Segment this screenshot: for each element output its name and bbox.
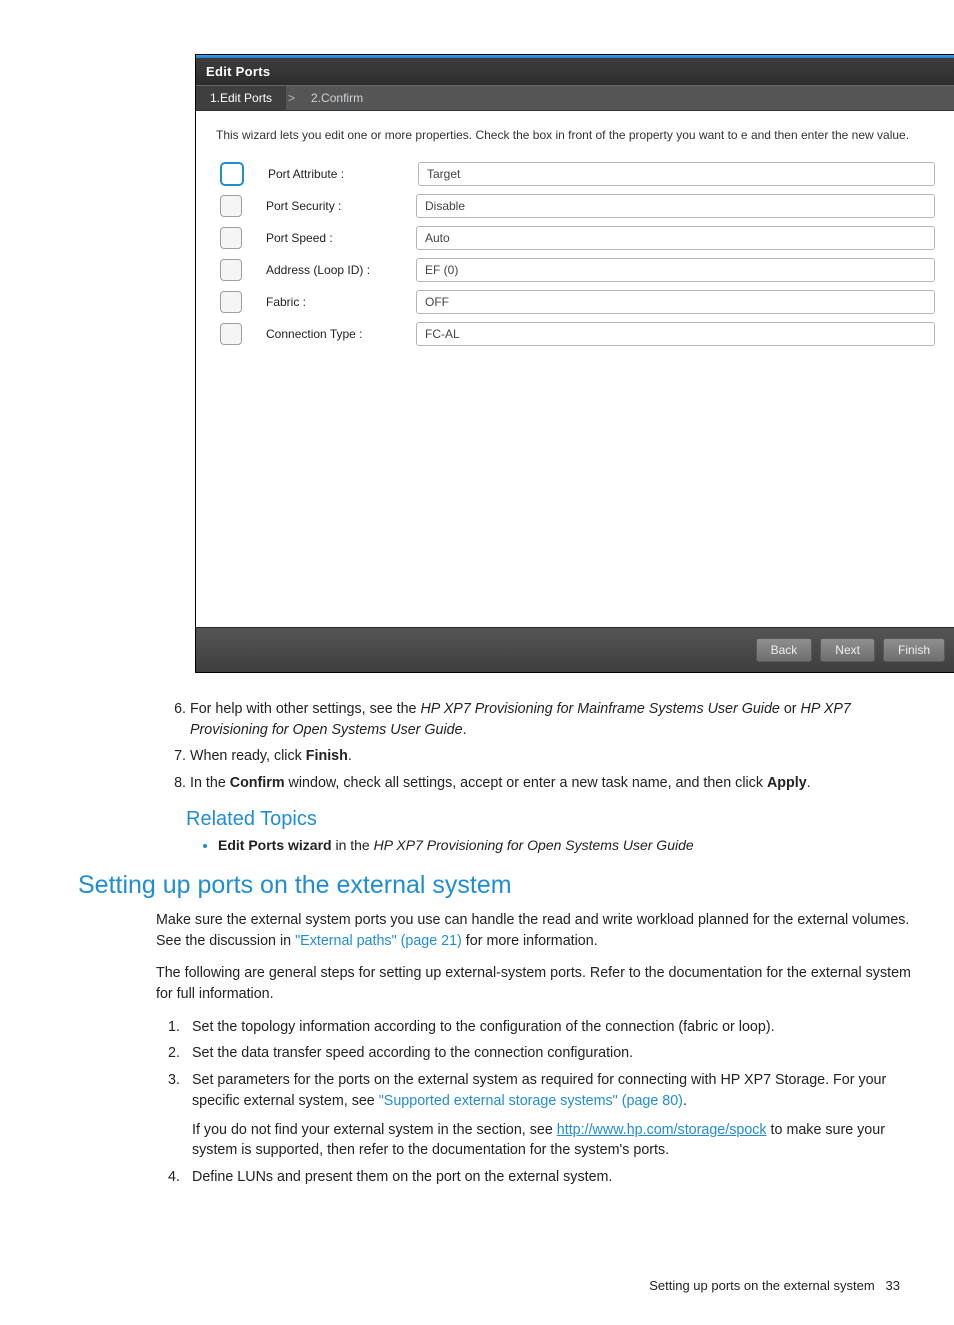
step-8: In the Confirm window, check all setting… — [190, 773, 914, 794]
text-bold: Edit Ports wizard — [218, 837, 332, 853]
wizard-description: This wizard lets you edit one or more pr… — [216, 127, 935, 144]
text: If you do not find your external system … — [192, 1122, 557, 1138]
text-bold: Apply — [767, 775, 807, 791]
chevron-right-icon: > — [286, 91, 297, 105]
row-port-attribute: Port Attribute : Target — [216, 162, 935, 186]
breadcrumb-step-1[interactable]: 1.Edit Ports — [196, 86, 286, 110]
checkbox-connection-type[interactable] — [220, 323, 242, 345]
checkbox-port-security[interactable] — [220, 195, 242, 217]
text: window, check all settings, accept or en… — [285, 775, 767, 791]
text-italic: HP XP7 Provisioning for Open Systems Use… — [374, 837, 694, 853]
edit-ports-dialog: Edit Ports 1.Edit Ports > 2.Confirm This… — [195, 54, 954, 673]
text: In the — [190, 775, 230, 791]
checkbox-port-speed[interactable] — [220, 227, 242, 249]
label-port-speed: Port Speed : — [266, 231, 416, 245]
setup-step-4: Define LUNs and present them on the port… — [190, 1167, 914, 1188]
section-heading: Setting up ports on the external system — [78, 871, 954, 900]
label-address: Address (Loop ID) : — [266, 263, 416, 277]
text: For help with other settings, see the — [190, 701, 420, 717]
setup-step-1: Set the topology information according t… — [190, 1017, 914, 1038]
row-port-security: Port Security : Disable — [216, 194, 935, 218]
paragraph: The following are general steps for sett… — [156, 963, 914, 1004]
wizard-breadcrumb: 1.Edit Ports > 2.Confirm — [196, 85, 954, 111]
row-port-speed: Port Speed : Auto — [216, 226, 935, 250]
dialog-button-bar: Back Next Finish — [196, 627, 954, 672]
step-7: When ready, click Finish. — [190, 746, 914, 767]
checkbox-port-attribute[interactable] — [220, 162, 244, 186]
setup-steps-list: Set the topology information according t… — [156, 1017, 914, 1188]
setup-step-3: Set parameters for the ports on the exte… — [190, 1070, 914, 1161]
back-button[interactable]: Back — [756, 638, 813, 662]
dialog-title: Edit Ports — [196, 58, 954, 85]
steps-6-8: For help with other settings, see the HP… — [156, 699, 914, 794]
row-connection-type: Connection Type : FC-AL — [216, 322, 935, 346]
select-port-attribute[interactable]: Target — [418, 162, 935, 186]
select-port-speed[interactable]: Auto — [416, 226, 935, 250]
select-connection-type[interactable]: FC-AL — [416, 322, 935, 346]
link-hp-spock[interactable]: http://www.hp.com/storage/spock — [557, 1122, 767, 1138]
checkbox-address[interactable] — [220, 259, 242, 281]
related-topics-heading: Related Topics — [186, 808, 914, 831]
step-list-continued: For help with other settings, see the HP… — [156, 699, 914, 853]
select-fabric[interactable]: OFF — [416, 290, 935, 314]
checkbox-fabric[interactable] — [220, 291, 242, 313]
label-port-security: Port Security : — [266, 199, 416, 213]
footer-text: Setting up ports on the external system — [649, 1278, 874, 1293]
step-6: For help with other settings, see the HP… — [190, 699, 914, 740]
label-fabric: Fabric : — [266, 295, 416, 309]
text: . — [463, 722, 467, 738]
dialog-body: This wizard lets you edit one or more pr… — [196, 111, 954, 627]
text: When ready, click — [190, 748, 306, 764]
text-italic: HP XP7 Provisioning for Mainframe System… — [420, 701, 779, 717]
select-port-security[interactable]: Disable — [416, 194, 935, 218]
link-supported-systems[interactable]: "Supported external storage systems" (pa… — [379, 1093, 683, 1109]
row-address-loop-id: Address (Loop ID) : EF (0) — [216, 258, 935, 282]
text: or — [780, 701, 801, 717]
paragraph: Make sure the external system ports you … — [156, 910, 914, 951]
breadcrumb-step-2[interactable]: 2.Confirm — [297, 86, 377, 110]
text: in the — [332, 837, 374, 853]
setup-step-2: Set the data transfer speed according to… — [190, 1043, 914, 1064]
related-topics-list: Edit Ports wizard in the HP XP7 Provisio… — [156, 837, 914, 853]
page-number: 33 — [886, 1278, 900, 1293]
text: . — [683, 1093, 687, 1109]
related-item: Edit Ports wizard in the HP XP7 Provisio… — [218, 837, 914, 853]
text-bold: Finish — [306, 748, 348, 764]
setup-step-3-sub: If you do not find your external system … — [192, 1120, 914, 1161]
text: for more information. — [462, 933, 598, 949]
select-address[interactable]: EF (0) — [416, 258, 935, 282]
text: . — [807, 775, 811, 791]
ordered-list-wrapper: Set the topology information according t… — [156, 1017, 914, 1188]
text: . — [348, 748, 352, 764]
next-button[interactable]: Next — [820, 638, 875, 662]
label-connection-type: Connection Type : — [266, 327, 416, 341]
page-footer: Setting up ports on the external system … — [649, 1278, 900, 1293]
label-port-attribute: Port Attribute : — [268, 167, 418, 181]
text-bold: Confirm — [230, 775, 285, 791]
link-external-paths[interactable]: "External paths" (page 21) — [295, 933, 462, 949]
row-fabric: Fabric : OFF — [216, 290, 935, 314]
finish-button[interactable]: Finish — [883, 638, 945, 662]
